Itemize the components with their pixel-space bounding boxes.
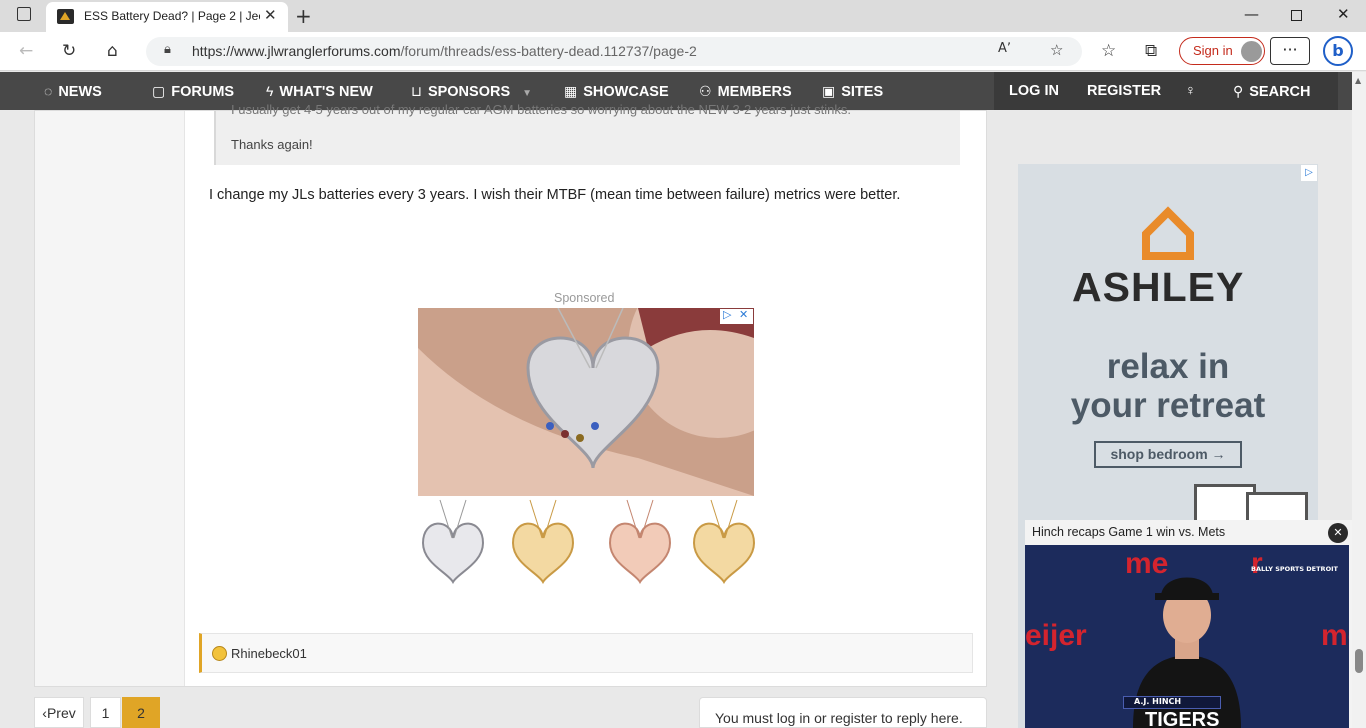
search-label: SEARCH bbox=[1249, 84, 1311, 100]
theme-lightbulb-icon[interactable]: ♀ bbox=[1185, 72, 1196, 110]
ad-info-icon[interactable]: ▷ bbox=[723, 308, 731, 321]
scrollbar-thumb[interactable] bbox=[1355, 649, 1363, 673]
ashley-logo-text: ASHLEY bbox=[1072, 264, 1245, 310]
nav-showcase-label: SHOWCASE bbox=[583, 84, 669, 100]
nav-forums-label: FORUMS bbox=[171, 84, 235, 100]
post-body-text: I change my JLs batteries every 3 years.… bbox=[209, 187, 901, 203]
ad-choices-badge[interactable]: ▷ ✕ bbox=[720, 308, 753, 324]
nav-sites-label: SITES bbox=[841, 84, 884, 100]
back-icon[interactable]: ← bbox=[19, 41, 33, 61]
new-tab-icon[interactable]: + bbox=[295, 4, 312, 28]
post-quote: I usually get 4-5 years out of my regula… bbox=[214, 102, 960, 165]
backdrop-tigers: TIGERS bbox=[1145, 709, 1219, 728]
chevron-down-icon[interactable]: ▼ bbox=[522, 88, 532, 99]
ashley-house-logo-icon bbox=[1142, 206, 1194, 260]
laugh-reaction-icon bbox=[212, 646, 227, 661]
necklace-thumbnail-silver[interactable] bbox=[418, 498, 488, 584]
collections-icon[interactable]: ⧉ bbox=[1145, 41, 1157, 61]
nav-news-label: NEWS bbox=[58, 84, 102, 100]
search-button[interactable]: ⚲ SEARCH bbox=[1233, 72, 1311, 110]
video-close-icon[interactable]: ✕ bbox=[1328, 523, 1348, 543]
add-favorite-icon[interactable]: ☆ bbox=[1050, 41, 1063, 59]
quote-text: Thanks again! bbox=[231, 137, 313, 152]
ad-headline-line-2: your retreat bbox=[1070, 386, 1266, 425]
nav-forums[interactable]: ▢ FORUMS bbox=[152, 72, 234, 110]
nav-sponsors-label: SPONSORS bbox=[427, 84, 511, 100]
settings-more-button[interactable]: ··· bbox=[1270, 37, 1310, 65]
backdrop-meijer-top-2: r bbox=[1251, 547, 1263, 580]
page-scrollbar[interactable]: ▲ bbox=[1352, 72, 1366, 728]
forum-post: I usually get 4-5 years out of my regula… bbox=[34, 102, 987, 687]
video-frame[interactable]: me r eijer me TIGERS BALLY SPORTS DETROI… bbox=[1025, 545, 1349, 728]
page-1-button[interactable]: 1 bbox=[90, 697, 121, 728]
ad-choices-icon[interactable]: ▷ bbox=[1301, 165, 1317, 181]
backdrop-meijer-left: eijer bbox=[1025, 619, 1087, 652]
reaction-user-link[interactable]: Rhinebeck01 bbox=[231, 646, 307, 661]
register-link[interactable]: REGISTER bbox=[1087, 72, 1161, 110]
quote-cut-text: I usually get 4-5 years out of my regula… bbox=[231, 102, 851, 117]
browser-tab-bar: ESS Battery Dead? | Page 2 | Jeep ✕ + — … bbox=[0, 0, 1366, 32]
url-path: /forum/threads/ess-battery-dead.112737/p… bbox=[400, 43, 697, 59]
users-icon: ⚇ bbox=[699, 83, 712, 99]
browser-tab[interactable]: ESS Battery Dead? | Page 2 | Jeep ✕ bbox=[46, 2, 288, 32]
prev-label: Prev bbox=[46, 705, 76, 721]
avatar bbox=[1241, 41, 1262, 62]
login-link[interactable]: LOG IN bbox=[1009, 72, 1059, 110]
window-close-icon[interactable]: ✕ bbox=[1337, 5, 1350, 23]
necklace-thumbnail-gold[interactable] bbox=[508, 498, 578, 584]
cart-icon: ⊔ bbox=[411, 83, 422, 99]
necklace-thumbnail-rose-gold[interactable] bbox=[605, 498, 675, 584]
necklace-thumbnail-gold-2[interactable] bbox=[689, 498, 759, 584]
tab-close-icon[interactable]: ✕ bbox=[264, 6, 277, 24]
post-user-column bbox=[35, 111, 185, 686]
nav-account-group: LOG IN REGISTER ♀ ⚲ SEARCH bbox=[994, 72, 1338, 110]
sign-in-label: Sign in bbox=[1193, 43, 1233, 58]
nav-news[interactable]: ◌ NEWS bbox=[44, 72, 102, 110]
tab-actions-icon[interactable] bbox=[17, 7, 31, 21]
lower-third: A.J. HINCH bbox=[1123, 696, 1221, 709]
grid-icon: ▦ bbox=[564, 83, 578, 99]
search-icon: ⚲ bbox=[1233, 83, 1244, 99]
lock-icon[interactable]: 🔒︎ bbox=[164, 42, 171, 57]
nav-whats-new-label: WHAT'S NEW bbox=[279, 84, 373, 100]
necklace-ad-image[interactable]: ▷ ✕ bbox=[418, 308, 754, 496]
lower-third-name: A.J. HINCH bbox=[1134, 697, 1182, 706]
site-favicon-icon bbox=[57, 9, 74, 24]
ad-headline-line-1: relax in bbox=[1106, 347, 1230, 386]
sites-icon: ▣ bbox=[822, 83, 836, 99]
minimize-icon[interactable]: — bbox=[1244, 5, 1259, 23]
backdrop-meijer-right: me bbox=[1321, 619, 1349, 652]
read-aloud-icon[interactable]: Aʼ bbox=[998, 41, 1011, 56]
video-title: Hinch recaps Game 1 win vs. Mets bbox=[1032, 525, 1226, 539]
restore-icon[interactable] bbox=[1291, 10, 1302, 21]
reactions-bar[interactable]: Rhinebeck01 bbox=[199, 633, 973, 673]
rss-icon: ◌ bbox=[44, 83, 53, 99]
prev-page-button[interactable]: ‹Prev bbox=[34, 697, 84, 728]
sign-in-button[interactable]: Sign in bbox=[1179, 37, 1265, 65]
ad-close-icon[interactable]: ✕ bbox=[739, 308, 748, 321]
network-bug: BALLY SPORTS DETROIT bbox=[1251, 565, 1338, 573]
bolt-icon: ϟ bbox=[266, 83, 274, 99]
url-text[interactable]: https://www.jlwranglerforums.com/forum/t… bbox=[192, 43, 697, 59]
scroll-up-icon[interactable]: ▲ bbox=[1355, 76, 1361, 85]
backdrop-meijer-top: me bbox=[1125, 547, 1168, 580]
favorites-icon[interactable]: ☆ bbox=[1101, 41, 1116, 61]
tab-title: ESS Battery Dead? | Page 2 | Jeep bbox=[84, 9, 260, 23]
necklace-ad-photo bbox=[418, 308, 754, 496]
chat-icon: ▢ bbox=[152, 83, 166, 99]
shop-bedroom-button[interactable]: shop bedroom → bbox=[1094, 441, 1242, 468]
home-icon[interactable]: ⌂ bbox=[107, 41, 118, 61]
sponsored-label: Sponsored bbox=[554, 291, 615, 305]
video-player[interactable]: Hinch recaps Game 1 win vs. Mets ✕ me r … bbox=[1025, 520, 1352, 728]
page-2-button[interactable]: 2 bbox=[122, 697, 160, 728]
url-field[interactable]: 🔒︎ https://www.jlwranglerforums.com/foru… bbox=[146, 37, 1082, 66]
bing-chat-icon[interactable]: b bbox=[1323, 36, 1353, 66]
refresh-icon[interactable]: ↻ bbox=[62, 41, 76, 61]
reply-notice-text: You must log in or register to reply her… bbox=[715, 710, 963, 726]
nav-members-label: MEMBERS bbox=[717, 84, 792, 100]
url-host: https://www.jlwranglerforums.com bbox=[192, 43, 401, 59]
reply-notice: You must log in or register to reply her… bbox=[699, 697, 987, 728]
